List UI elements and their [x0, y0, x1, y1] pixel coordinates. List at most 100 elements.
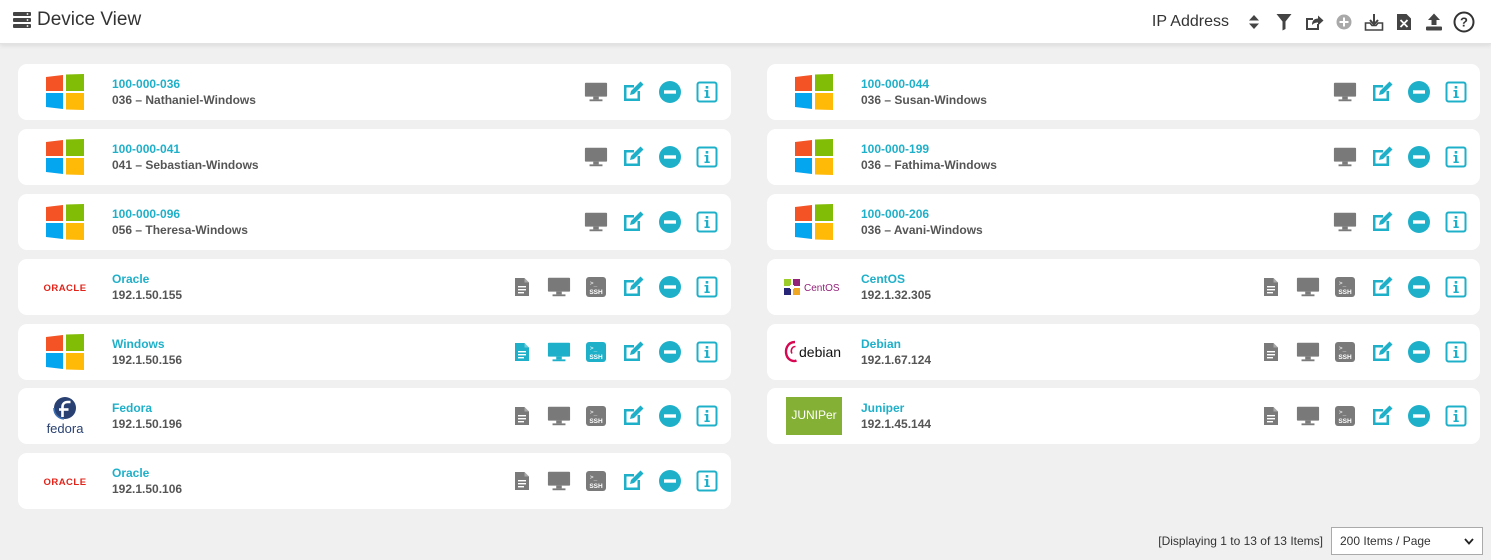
- sort-icon[interactable]: [1241, 9, 1267, 35]
- edit-icon[interactable]: [621, 469, 645, 493]
- ssh-terminal-icon[interactable]: >_ SSH: [1333, 340, 1357, 364]
- ssh-terminal-icon[interactable]: >_ SSH: [584, 404, 608, 428]
- remove-icon[interactable]: [1407, 145, 1431, 169]
- ssh-terminal-icon[interactable]: >_ SSH: [584, 275, 608, 299]
- remove-icon[interactable]: [1407, 80, 1431, 104]
- help-icon[interactable]: ?: [1451, 9, 1477, 35]
- remove-icon[interactable]: [1407, 210, 1431, 234]
- import-icon[interactable]: [1361, 9, 1387, 35]
- info-icon[interactable]: [695, 404, 719, 428]
- monitor-icon[interactable]: [1296, 404, 1320, 428]
- edit-icon[interactable]: [1370, 145, 1394, 169]
- monitor-icon[interactable]: [1333, 145, 1357, 169]
- file-icon[interactable]: [1259, 340, 1283, 364]
- remove-icon[interactable]: [658, 275, 682, 299]
- device-card[interactable]: Windows 192.1.50.156 >_ SSH: [18, 324, 731, 380]
- info-icon[interactable]: [1444, 145, 1468, 169]
- excel-export-icon[interactable]: [1391, 9, 1417, 35]
- device-name-link[interactable]: 100-000-199: [861, 142, 997, 157]
- monitor-icon[interactable]: [547, 469, 571, 493]
- ssh-terminal-icon[interactable]: >_ SSH: [584, 469, 608, 493]
- info-icon[interactable]: [1444, 340, 1468, 364]
- device-name-link[interactable]: Juniper: [861, 401, 931, 416]
- info-icon[interactable]: [695, 340, 719, 364]
- file-icon[interactable]: [510, 275, 534, 299]
- device-name-link[interactable]: 100-000-044: [861, 77, 987, 92]
- device-name-link[interactable]: Windows: [112, 337, 182, 352]
- info-icon[interactable]: [695, 469, 719, 493]
- remove-icon[interactable]: [658, 469, 682, 493]
- edit-icon[interactable]: [621, 340, 645, 364]
- edit-icon[interactable]: [1370, 275, 1394, 299]
- info-icon[interactable]: [1444, 404, 1468, 428]
- device-card[interactable]: ORACLE Oracle 192.1.50.106 >_ SSH: [18, 453, 731, 509]
- device-name-link[interactable]: 100-000-096: [112, 207, 248, 222]
- device-name-link[interactable]: Fedora: [112, 401, 182, 416]
- info-icon[interactable]: [1444, 210, 1468, 234]
- edit-icon[interactable]: [621, 404, 645, 428]
- device-card[interactable]: CentOS CentOS 192.1.32.305 >_ SSH: [767, 259, 1480, 315]
- ssh-terminal-icon[interactable]: >_ SSH: [584, 340, 608, 364]
- remove-icon[interactable]: [1407, 275, 1431, 299]
- add-icon[interactable]: [1331, 9, 1357, 35]
- device-name-link[interactable]: 100-000-206: [861, 207, 983, 222]
- monitor-icon[interactable]: [1333, 210, 1357, 234]
- info-icon[interactable]: [695, 145, 719, 169]
- monitor-icon[interactable]: [547, 404, 571, 428]
- monitor-icon[interactable]: [1296, 340, 1320, 364]
- device-card[interactable]: 100-000-044 036 – Susan-Windows: [767, 64, 1480, 120]
- device-card[interactable]: 100-000-096 056 – Theresa-Windows: [18, 194, 731, 250]
- remove-icon[interactable]: [658, 80, 682, 104]
- filter-icon[interactable]: [1271, 9, 1297, 35]
- info-icon[interactable]: [695, 210, 719, 234]
- edit-icon[interactable]: [621, 210, 645, 234]
- monitor-icon[interactable]: [1296, 275, 1320, 299]
- info-icon[interactable]: [695, 275, 719, 299]
- monitor-icon[interactable]: [547, 340, 571, 364]
- device-name-link[interactable]: CentOS: [861, 272, 931, 287]
- edit-icon[interactable]: [1370, 404, 1394, 428]
- device-card[interactable]: debian Debian 192.1.67.124 >_ SSH: [767, 324, 1480, 380]
- remove-icon[interactable]: [1407, 340, 1431, 364]
- info-icon[interactable]: [695, 80, 719, 104]
- monitor-icon[interactable]: [547, 275, 571, 299]
- device-card[interactable]: 100-000-036 036 – Nathaniel-Windows: [18, 64, 731, 120]
- edit-icon[interactable]: [621, 145, 645, 169]
- monitor-icon[interactable]: [584, 80, 608, 104]
- ssh-terminal-icon[interactable]: >_ SSH: [1333, 404, 1357, 428]
- upload-icon[interactable]: [1421, 9, 1447, 35]
- edit-icon[interactable]: [1370, 210, 1394, 234]
- device-name-link[interactable]: 100-000-041: [112, 142, 259, 157]
- edit-icon[interactable]: [1370, 80, 1394, 104]
- monitor-icon[interactable]: [1333, 80, 1357, 104]
- remove-icon[interactable]: [658, 145, 682, 169]
- device-card[interactable]: fedora Fedora 192.1.50.196 >_ SSH: [18, 388, 731, 444]
- remove-icon[interactable]: [658, 404, 682, 428]
- device-name-link[interactable]: Oracle: [112, 272, 182, 287]
- ssh-terminal-icon[interactable]: >_ SSH: [1333, 275, 1357, 299]
- file-icon[interactable]: [510, 469, 534, 493]
- items-per-page-select[interactable]: 200 Items / Page: [1331, 527, 1483, 555]
- sort-field-label[interactable]: IP Address: [1152, 13, 1229, 31]
- device-name-link[interactable]: Oracle: [112, 466, 182, 481]
- edit-icon[interactable]: [621, 80, 645, 104]
- monitor-icon[interactable]: [584, 145, 608, 169]
- file-icon[interactable]: [510, 340, 534, 364]
- file-icon[interactable]: [1259, 275, 1283, 299]
- device-name-link[interactable]: 100-000-036: [112, 77, 256, 92]
- device-card[interactable]: 100-000-199 036 – Fathima-Windows: [767, 129, 1480, 185]
- device-name-link[interactable]: Debian: [861, 337, 931, 352]
- monitor-icon[interactable]: [584, 210, 608, 234]
- remove-icon[interactable]: [1407, 404, 1431, 428]
- file-icon[interactable]: [510, 404, 534, 428]
- edit-icon[interactable]: [621, 275, 645, 299]
- device-card[interactable]: JUNIPer Juniper 192.1.45.144 >_ SSH: [767, 388, 1480, 444]
- device-card[interactable]: 100-000-041 041 – Sebastian-Windows: [18, 129, 731, 185]
- file-icon[interactable]: [1259, 404, 1283, 428]
- edit-icon[interactable]: [1370, 340, 1394, 364]
- remove-icon[interactable]: [658, 340, 682, 364]
- info-icon[interactable]: [1444, 275, 1468, 299]
- info-icon[interactable]: [1444, 80, 1468, 104]
- remove-icon[interactable]: [658, 210, 682, 234]
- device-card[interactable]: ORACLE Oracle 192.1.50.155 >_ SSH: [18, 259, 731, 315]
